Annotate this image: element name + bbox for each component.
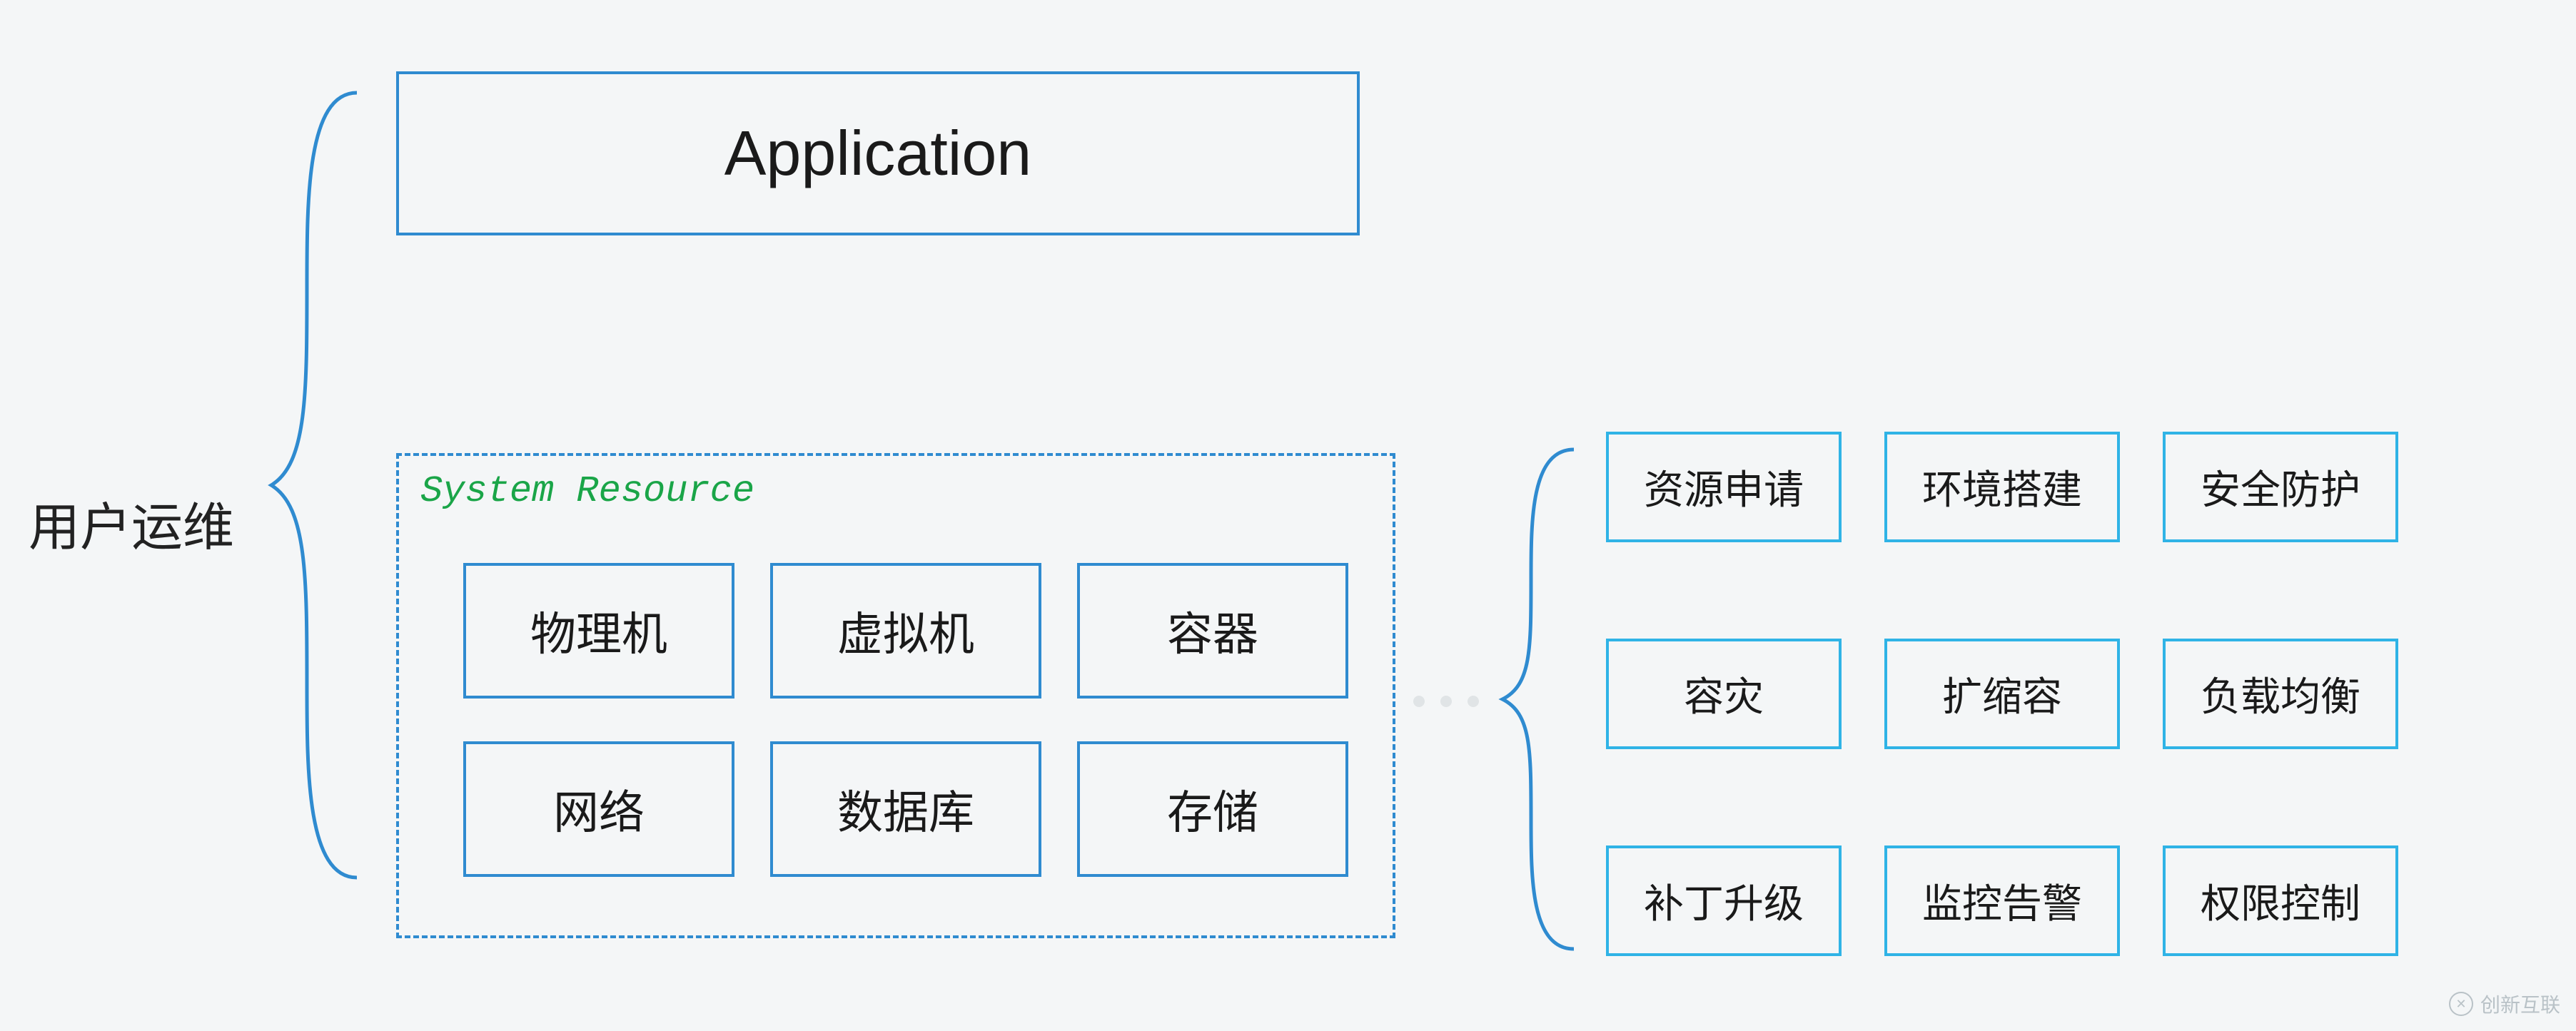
watermark: ✕ 创新互联 — [2449, 990, 2560, 1018]
ops-task-label: 资源申请 — [1644, 458, 1804, 516]
ops-task-box: 补丁升级 — [1606, 845, 1842, 956]
user-ops-label: 用户运维 — [29, 485, 234, 560]
right-brace-icon — [1495, 442, 1595, 956]
application-box: Application — [396, 71, 1360, 235]
application-title: Application — [724, 117, 1032, 190]
resource-label: 容器 — [1167, 598, 1258, 664]
ops-task-label: 容灾 — [1684, 665, 1764, 723]
ops-task-label: 负载均衡 — [2201, 665, 2360, 723]
resource-box: 虚拟机 — [770, 563, 1041, 699]
resource-box: 数据库 — [770, 741, 1041, 877]
resource-box: 存储 — [1077, 741, 1348, 877]
watermark-logo-icon: ✕ — [2449, 992, 2473, 1016]
ellipsis-icon — [1413, 696, 1479, 707]
system-resource-container: System Resource 物理机 虚拟机 容器 网络 数据库 存储 — [396, 453, 1395, 938]
ops-task-box: 扩缩容 — [1884, 639, 2120, 749]
ops-task-box: 权限控制 — [2163, 845, 2398, 956]
ops-task-label: 补丁升级 — [1644, 872, 1804, 930]
system-resource-title: System Resource — [420, 470, 754, 512]
ops-task-label: 扩缩容 — [1942, 665, 2062, 723]
ops-task-box: 负载均衡 — [2163, 639, 2398, 749]
watermark-text: 创新互联 — [2480, 990, 2560, 1018]
ops-task-box: 容灾 — [1606, 639, 1842, 749]
resource-label: 数据库 — [837, 776, 974, 842]
resource-box: 容器 — [1077, 563, 1348, 699]
diagram-canvas: 用户运维 Application System Resource 物理机 虚拟机… — [0, 0, 2576, 1031]
ops-task-label: 权限控制 — [2201, 872, 2360, 930]
resource-box: 物理机 — [463, 563, 734, 699]
left-brace-icon — [264, 86, 378, 885]
ops-task-label: 监控告警 — [1922, 872, 2082, 930]
resource-label: 存储 — [1167, 776, 1258, 842]
ops-task-box: 环境搭建 — [1884, 432, 2120, 542]
resource-label: 网络 — [553, 776, 645, 842]
ops-task-box: 安全防护 — [2163, 432, 2398, 542]
ops-task-box: 资源申请 — [1606, 432, 1842, 542]
ops-task-label: 环境搭建 — [1922, 458, 2082, 516]
resource-label: 虚拟机 — [837, 598, 974, 664]
resource-label: 物理机 — [530, 598, 667, 664]
ops-task-label: 安全防护 — [2201, 458, 2360, 516]
ops-task-box: 监控告警 — [1884, 845, 2120, 956]
resource-box: 网络 — [463, 741, 734, 877]
